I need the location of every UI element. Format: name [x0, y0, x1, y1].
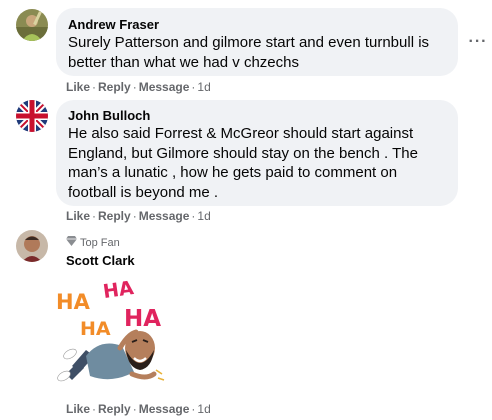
like-button[interactable]: Like: [66, 402, 90, 416]
union-flag-avatar: [16, 100, 48, 132]
badge-label: Top Fan: [80, 237, 120, 249]
message-button[interactable]: Message: [139, 80, 190, 94]
sticker-ha-text: HA: [101, 276, 135, 304]
laughing-sticker: HA HA HA HA: [56, 276, 174, 392]
avatar-photo: [16, 9, 48, 41]
avatar-andrew-fraser[interactable]: [16, 9, 48, 41]
comment-actions: Like · Reply · Message · 1d: [66, 80, 211, 94]
avatar-john-bulloch[interactable]: [16, 100, 48, 132]
reply-button[interactable]: Reply: [98, 209, 131, 223]
sticker-ha-text: HA: [56, 290, 90, 314]
comment-actions: Like · Reply · Message · 1d: [66, 209, 211, 223]
comment-timestamp[interactable]: 1d: [197, 80, 210, 94]
comment-author[interactable]: Scott Clark: [66, 253, 135, 269]
comment-author[interactable]: Andrew Fraser: [68, 17, 446, 33]
top-fan-badge[interactable]: Top Fan: [66, 236, 120, 250]
comment-timestamp[interactable]: 1d: [197, 402, 210, 416]
like-button[interactable]: Like: [66, 209, 90, 223]
reply-button[interactable]: Reply: [98, 80, 131, 94]
comment-author[interactable]: John Bulloch: [68, 108, 446, 124]
avatar-photo: [16, 230, 48, 262]
comment-text: He also said Forrest & McGreor should st…: [68, 125, 418, 201]
diamond-icon: [66, 236, 77, 250]
comment-text: Surely Patterson and gilmore start and e…: [68, 34, 430, 71]
comment-bubble: John Bulloch He also said Forrest & McGr…: [56, 100, 458, 206]
sticker-ha-text: HA: [80, 318, 111, 340]
comment-bubble: Andrew Fraser Surely Patterson and gilmo…: [56, 8, 458, 76]
comment-actions: Like · Reply · Message · 1d: [66, 402, 211, 416]
comment-timestamp[interactable]: 1d: [197, 209, 210, 223]
reply-button[interactable]: Reply: [98, 402, 131, 416]
more-options-icon[interactable]: ···: [466, 34, 490, 50]
avatar-scott-clark[interactable]: [16, 230, 48, 262]
sticker-ha-text: HA: [124, 306, 162, 332]
message-button[interactable]: Message: [139, 402, 190, 416]
message-button[interactable]: Message: [139, 209, 190, 223]
like-button[interactable]: Like: [66, 80, 90, 94]
